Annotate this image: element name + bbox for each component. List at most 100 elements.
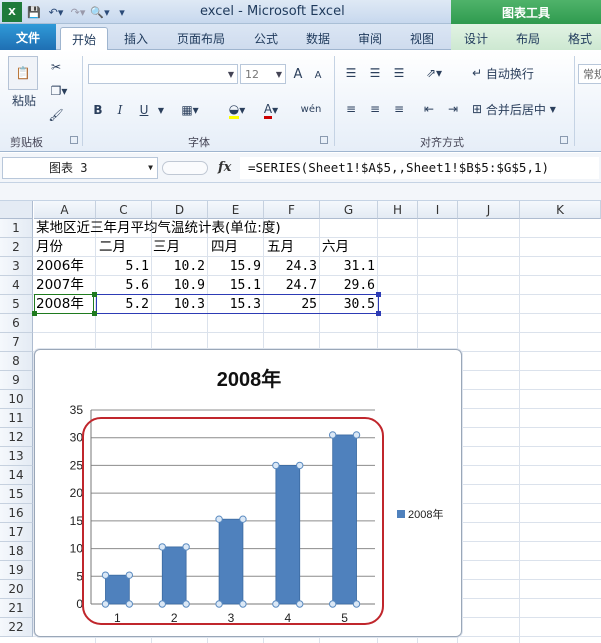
borders-icon[interactable]: ▦▾ <box>176 100 204 120</box>
align-right-icon[interactable]: ≡ <box>390 100 408 118</box>
row-header-11[interactable]: 11 <box>0 409 33 428</box>
range-handle[interactable] <box>32 311 37 316</box>
range-handle[interactable] <box>376 292 381 297</box>
name-box[interactable]: 图表 3 ▼ <box>2 157 158 179</box>
row-header-21[interactable]: 21 <box>0 599 33 618</box>
print-preview-icon[interactable]: 🔍▾ <box>90 2 110 22</box>
row-header-8[interactable]: 8 <box>0 352 33 371</box>
worksheet-grid[interactable]: ACDEFGHIJK 1 2 3 4 5 6 7 8 9 10 11 12 13 14 15 16 17 18 19… <box>0 183 601 643</box>
header-may[interactable]: 五月 <box>267 238 294 257</box>
temperature-cell[interactable]: 29.6 <box>320 276 378 295</box>
row-header-13[interactable]: 13 <box>0 447 33 466</box>
phonetic-guide-icon[interactable]: wén <box>296 96 326 122</box>
align-left-icon[interactable]: ≡ <box>342 100 360 118</box>
column-header-f[interactable]: F <box>264 201 320 219</box>
row-header-18[interactable]: 18 <box>0 542 33 561</box>
column-header-i[interactable]: I <box>418 201 458 219</box>
row-header-17[interactable]: 17 <box>0 523 33 542</box>
tab-review[interactable]: 审阅 <box>350 27 390 49</box>
align-bottom-icon[interactable]: ☰ <box>390 64 408 82</box>
tab-file[interactable]: 文件 <box>0 24 56 50</box>
format-painter-icon[interactable]: 🖌 <box>46 106 66 124</box>
underline-button[interactable]: U <box>136 100 152 120</box>
tab-data[interactable]: 数据 <box>298 27 338 49</box>
orientation-icon[interactable]: ⇗▾ <box>420 64 448 82</box>
clipboard-launcher-icon[interactable] <box>70 136 78 144</box>
year-cell[interactable]: 2007年 <box>36 276 84 295</box>
year-cell[interactable]: 2006年 <box>36 257 84 276</box>
redo-icon[interactable]: ↷▾ <box>68 2 88 22</box>
align-center-icon[interactable]: ≡ <box>366 100 384 118</box>
column-header-d[interactable]: D <box>152 201 208 219</box>
row-header-7[interactable]: 7 <box>0 333 33 352</box>
temperature-cell[interactable]: 31.1 <box>320 257 378 276</box>
paste-icon[interactable]: 📋 <box>8 56 38 90</box>
column-header-j[interactable]: J <box>458 201 520 219</box>
temperature-cell[interactable]: 24.7 <box>264 276 320 295</box>
font-size-combo[interactable]: 12 ▼ <box>240 64 286 84</box>
chart-object[interactable]: 2008年 0 5 10 15 20 25 30 35 1 2 3 4 5 2008年 <box>34 349 462 637</box>
customize-toolbar-icon[interactable]: ▾ <box>112 2 132 22</box>
tab-chart-format[interactable]: 格式 <box>560 27 600 49</box>
bold-button[interactable]: B <box>90 100 106 120</box>
tab-view[interactable]: 视图 <box>402 27 442 49</box>
align-top-icon[interactable]: ☰ <box>342 64 360 82</box>
range-handle[interactable] <box>376 311 381 316</box>
decrease-indent-icon[interactable]: ⇤ <box>420 100 438 118</box>
header-month[interactable]: 月份 <box>36 238 63 257</box>
row-header-6[interactable]: 6 <box>0 314 33 333</box>
tab-home[interactable]: 开始 <box>60 27 108 50</box>
column-header-e[interactable]: E <box>208 201 264 219</box>
shrink-font-icon[interactable]: A <box>310 66 326 84</box>
row-header-1[interactable]: 1 <box>0 219 33 238</box>
italic-button[interactable]: I <box>112 100 128 120</box>
temperature-cell[interactable]: 24.3 <box>264 257 320 276</box>
cut-icon[interactable]: ✂ <box>46 58 66 76</box>
row-header-14[interactable]: 14 <box>0 466 33 485</box>
tab-chart-layout[interactable]: 布局 <box>508 27 548 49</box>
wrap-text-button[interactable]: ↵ 自动换行 <box>472 64 548 82</box>
excel-logo-icon[interactable]: X <box>2 2 22 22</box>
font-color-icon[interactable]: A ▾ <box>256 100 286 120</box>
row-header-16[interactable]: 16 <box>0 504 33 523</box>
temperature-cell[interactable]: 5.6 <box>96 276 152 295</box>
select-all-corner[interactable] <box>0 201 33 219</box>
fill-color-icon[interactable]: ◒ ▾ <box>222 100 252 120</box>
row-header-3[interactable]: 3 <box>0 257 33 276</box>
undo-icon[interactable]: ↶▾ <box>46 2 66 22</box>
tab-insert[interactable]: 插入 <box>114 27 158 49</box>
row-header-10[interactable]: 10 <box>0 390 33 409</box>
column-header-a[interactable]: A <box>34 201 96 219</box>
row-header-5[interactable]: 5 <box>0 295 33 314</box>
column-header-c[interactable]: C <box>96 201 152 219</box>
row-header-4[interactable]: 4 <box>0 276 33 295</box>
align-middle-icon[interactable]: ☰ <box>366 64 384 82</box>
header-mar[interactable]: 三月 <box>153 238 180 257</box>
sheet-title[interactable]: 某地区近三年月平均气温统计表(单位:度) <box>36 219 281 238</box>
merge-center-button[interactable]: ⊞ 合并后居中 ▼ <box>472 100 568 118</box>
row-header-19[interactable]: 19 <box>0 561 33 580</box>
chevron-down-icon[interactable]: ▼ <box>156 100 166 120</box>
tab-page-layout[interactable]: 页面布局 <box>170 27 232 49</box>
row-header-2[interactable]: 2 <box>0 238 33 257</box>
header-jun[interactable]: 六月 <box>322 238 349 257</box>
row-header-20[interactable]: 20 <box>0 580 33 599</box>
formula-bar-resize-handle[interactable] <box>162 161 208 175</box>
column-header-k[interactable]: K <box>520 201 601 219</box>
insert-function-button[interactable]: fx <box>218 160 231 175</box>
header-feb[interactable]: 二月 <box>99 238 126 257</box>
formula-input[interactable]: =SERIES(Sheet1!$A$5,,Sheet1!$B$5:$G$5,1) <box>240 157 599 179</box>
temperature-cell[interactable]: 10.2 <box>152 257 208 276</box>
copy-icon[interactable]: ❐▾ <box>46 82 72 100</box>
range-handle[interactable] <box>92 311 97 316</box>
column-header-h[interactable]: H <box>378 201 418 219</box>
row-header-12[interactable]: 12 <box>0 428 33 447</box>
save-icon[interactable]: 💾 <box>24 2 44 22</box>
row-header-9[interactable]: 9 <box>0 371 33 390</box>
grow-font-icon[interactable]: A <box>290 64 306 84</box>
font-name-combo[interactable]: ▼ <box>88 64 238 84</box>
temperature-cell[interactable]: 10.9 <box>152 276 208 295</box>
number-format-combo[interactable]: 常规 <box>578 64 601 84</box>
temperature-cell[interactable]: 15.9 <box>208 257 264 276</box>
increase-indent-icon[interactable]: ⇥ <box>444 100 462 118</box>
